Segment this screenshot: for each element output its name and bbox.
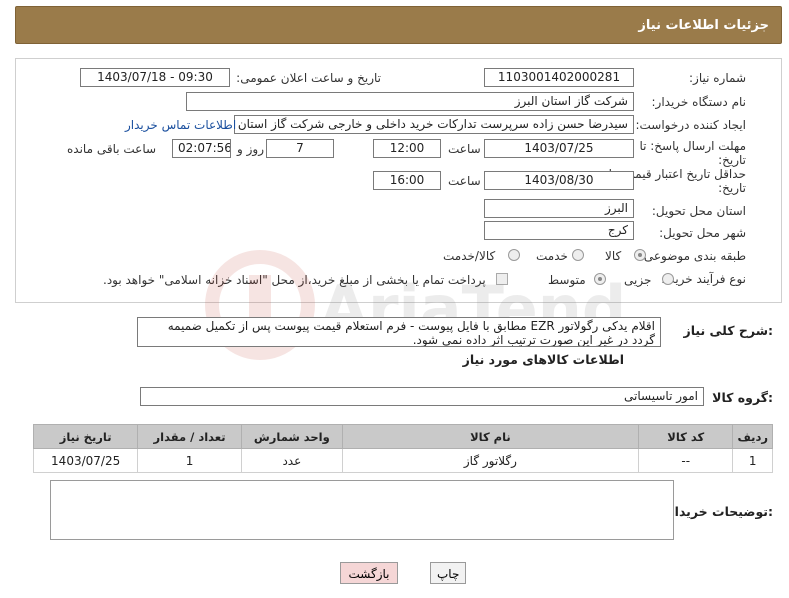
goods-table: ردیف کد کالا نام کالا واحد شمارش تعداد /…	[32, 424, 773, 473]
goods-table-header: ردیف کد کالا نام کالا واحد شمارش تعداد /…	[32, 424, 773, 449]
province-field[interactable]: البرز	[484, 199, 634, 218]
category-option-goods: کالا	[605, 249, 622, 263]
cell-item-code: --	[637, 448, 734, 473]
header-bar: جزئیات اطلاعات نیاز	[15, 6, 782, 44]
table-row[interactable]: 1 -- رگلاتور گاز عدد 1 1403/07/25	[32, 448, 773, 473]
reply-date-field[interactable]: 1403/07/25	[484, 139, 634, 158]
validity-time-label: ساعت	[448, 174, 481, 188]
reply-deadline-label-2: تاریخ:	[718, 153, 746, 167]
cell-quantity: 1	[137, 448, 242, 473]
back-button[interactable]: بازگشت	[340, 562, 398, 584]
buyer-contact-link[interactable]: اطلاعات تماس خریدار	[125, 118, 236, 132]
category-label: طبقه بندی موضوعی:	[639, 249, 746, 263]
print-button[interactable]: چاپ	[430, 562, 466, 584]
process-radio-medium[interactable]	[594, 273, 606, 285]
remaining-time-field[interactable]: 02:07:56	[172, 139, 231, 158]
validity-date-field[interactable]: 1403/08/30	[484, 171, 634, 190]
col-row-number: ردیف	[732, 424, 773, 449]
description-label: شرح کلی نیاز:	[683, 323, 774, 338]
reply-time-label: ساعت	[448, 142, 481, 156]
process-radio-minor[interactable]	[662, 273, 674, 285]
buyer-notes-textarea[interactable]	[50, 480, 674, 540]
days-field[interactable]: 7	[266, 139, 334, 158]
creator-label: ایجاد کننده درخواست:	[635, 118, 746, 132]
category-radio-service[interactable]	[572, 249, 584, 261]
cell-row-number: 1	[732, 448, 773, 473]
col-need-date: تاریخ نیاز	[32, 424, 139, 449]
page-title: جزئیات اطلاعات نیاز	[638, 18, 769, 33]
buyer-notes-label: توضیحات خریدار:	[667, 504, 773, 519]
buyer-org-field[interactable]: شرکت گاز استان البرز	[186, 92, 634, 111]
buyer-org-label: نام دستگاه خریدار:	[651, 95, 747, 109]
category-radio-goods[interactable]	[634, 249, 646, 261]
announce-date-field[interactable]: 1403/07/18 - 09:30	[80, 68, 230, 87]
category-radio-goods-service[interactable]	[508, 249, 520, 261]
description-textarea[interactable]: اقلام یدکی رگولاتور EZR مطابق با فایل پی…	[137, 317, 661, 347]
col-quantity: تعداد / مقدار	[137, 424, 242, 449]
goods-group-field[interactable]: امور تاسیساتی	[140, 387, 704, 406]
validity-time-field[interactable]: 16:00	[373, 171, 441, 190]
need-number-field[interactable]: 1103001402000281	[484, 68, 634, 87]
need-number-label: شماره نیاز:	[689, 71, 746, 85]
col-item-name: نام کالا	[341, 424, 639, 449]
city-label: شهر محل تحویل:	[659, 226, 746, 240]
cell-item-name: رگلاتور گاز	[341, 448, 639, 473]
announce-date-label: تاریخ و ساعت اعلان عمومی:	[236, 71, 381, 85]
col-unit: واحد شمارش	[240, 424, 343, 449]
cell-unit: عدد	[240, 448, 343, 473]
reply-time-field[interactable]: 12:00	[373, 139, 441, 158]
validity-label-2: تاریخ:	[718, 181, 746, 195]
category-option-service: خدمت	[536, 249, 568, 263]
process-option-minor: جزیی	[624, 273, 652, 287]
creator-field[interactable]: سیدرضا حسن زاده سرپرست تدارکات خرید داخل…	[234, 115, 634, 134]
province-label: استان محل تحویل:	[651, 204, 746, 218]
goods-section-title: اطلاعات کالاهای مورد نیاز	[462, 352, 624, 367]
treasury-payment-checkbox[interactable]	[496, 273, 508, 285]
reply-deadline-label: مهلت ارسال پاسخ: تا	[639, 139, 746, 153]
process-option-medium: متوسط	[548, 273, 586, 287]
city-field[interactable]: کرج	[484, 221, 634, 240]
category-option-goods-service: کالا/خدمت	[443, 249, 496, 263]
goods-group-label: گروه کالا:	[712, 390, 773, 405]
remaining-time-label: ساعت باقی مانده	[67, 142, 157, 156]
col-item-code: کد کالا	[637, 424, 734, 449]
treasury-payment-note: پرداخت تمام یا بخشی از مبلغ خرید،از محل …	[103, 273, 486, 287]
cell-need-date: 1403/07/25	[32, 448, 139, 473]
days-label: روز و	[237, 142, 264, 156]
